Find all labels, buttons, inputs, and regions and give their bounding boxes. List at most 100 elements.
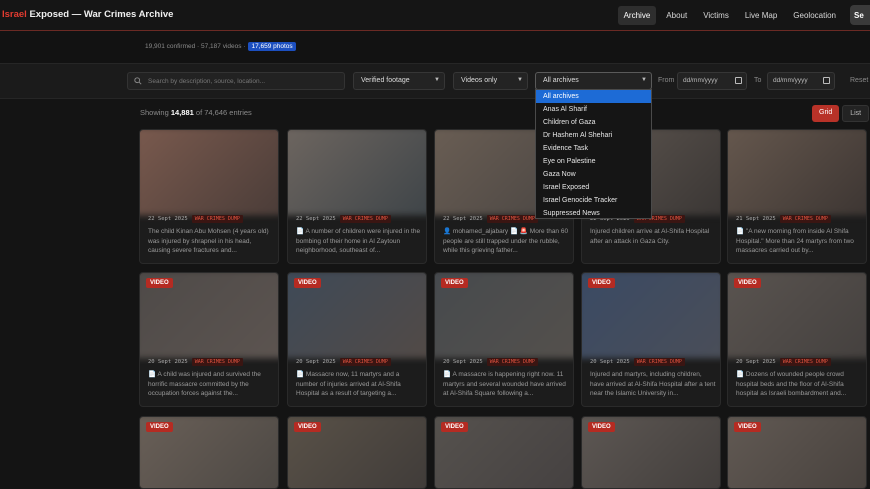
search-input[interactable] bbox=[148, 75, 338, 87]
media-card[interactable]: VIDEO 20 Sept 2025 WAR CRIMES DUMP 📄 A ma… bbox=[434, 272, 574, 407]
media-card[interactable]: VIDEO bbox=[287, 416, 427, 489]
dropdown-option[interactable]: Evidence Task bbox=[536, 142, 651, 155]
dropdown-option[interactable]: Anas Al Sharif bbox=[536, 103, 651, 116]
dropdown-option[interactable]: Israel Exposed bbox=[536, 181, 651, 194]
from-date-value: dd/mm/yyyy bbox=[683, 77, 718, 84]
showing-prefix: Showing bbox=[140, 108, 169, 117]
video-badge: VIDEO bbox=[588, 422, 615, 432]
card-date: 20 Sept 2025 bbox=[590, 359, 630, 365]
card-tag: WAR CRIMES DUMP bbox=[191, 215, 243, 223]
card-description: 👤 mohamed_aljabary 📄 🚨 More than 60 peop… bbox=[443, 228, 569, 254]
dropdown-option[interactable]: Suppressed News bbox=[536, 207, 651, 220]
media-card[interactable]: VIDEO bbox=[139, 416, 279, 489]
calendar-icon[interactable] bbox=[735, 77, 742, 84]
blurred-thumbnail bbox=[288, 130, 426, 216]
stats-text: 19,901 confirmed · 57,187 videos · bbox=[145, 43, 246, 50]
card-tag: WAR CRIMES DUMP bbox=[779, 215, 831, 223]
chevron-down-icon: ▼ bbox=[517, 77, 523, 83]
card-date: 20 Sept 2025 bbox=[736, 359, 776, 365]
video-badge: VIDEO bbox=[294, 422, 321, 432]
media-card[interactable]: 22 Sept 2025 WAR CRIMES DUMP The child Ki… bbox=[139, 129, 279, 264]
media-card[interactable]: 22 Sept 2025 WAR CRIMES DUMP 📄 A number o… bbox=[287, 129, 427, 264]
card-description: Injured children arrive at Al-Shifa Hosp… bbox=[590, 228, 710, 245]
card-description: 📄 Dozens of wounded people crowd hospita… bbox=[736, 371, 847, 397]
card-tag: WAR CRIMES DUMP bbox=[191, 358, 243, 366]
video-badge: VIDEO bbox=[146, 278, 173, 288]
showing-suffix: of 74,646 entries bbox=[195, 108, 252, 117]
dropdown-option[interactable]: Children of Gaza bbox=[536, 116, 651, 129]
media-type-select-value: Videos only bbox=[461, 77, 498, 84]
video-badge: VIDEO bbox=[588, 278, 615, 288]
stats-strip: 19,901 confirmed · 57,187 videos · 17,65… bbox=[0, 31, 870, 63]
showing-count: 14,881 bbox=[170, 108, 194, 117]
main-nav: Archive About Victims Live Map Geolocati… bbox=[614, 5, 870, 25]
blurred-thumbnail bbox=[728, 130, 866, 216]
card-date: 22 Sept 2025 bbox=[296, 216, 336, 222]
nav-live-map[interactable]: Live Map bbox=[739, 6, 783, 25]
list-view-button[interactable]: List bbox=[842, 105, 870, 122]
nav-search-button[interactable]: Se bbox=[850, 5, 870, 25]
chevron-down-icon: ▼ bbox=[641, 77, 647, 83]
video-badge: VIDEO bbox=[734, 278, 761, 288]
brand-title: Exposed — War Crimes Archive bbox=[26, 9, 174, 20]
video-badge: VIDEO bbox=[734, 422, 761, 432]
archive-select-value: All archives bbox=[543, 77, 579, 84]
verified-select[interactable]: Verified footage ▼ bbox=[353, 72, 445, 90]
blurred-thumbnail bbox=[140, 130, 278, 216]
media-type-select[interactable]: Videos only ▼ bbox=[453, 72, 528, 90]
media-card[interactable]: VIDEO bbox=[727, 416, 867, 489]
dropdown-option[interactable]: Dr Hashem Al Shehari bbox=[536, 129, 651, 142]
video-badge: VIDEO bbox=[146, 422, 173, 432]
media-card[interactable]: VIDEO bbox=[581, 416, 721, 489]
card-description: 📄 A child was injured and survived the h… bbox=[148, 371, 261, 397]
search-box[interactable] bbox=[127, 72, 345, 90]
video-badge: VIDEO bbox=[294, 278, 321, 288]
card-description: 📄 A number of children were injured in t… bbox=[296, 228, 421, 254]
video-badge: VIDEO bbox=[441, 422, 468, 432]
to-label: To bbox=[754, 77, 762, 84]
card-tag: WAR CRIMES DUMP bbox=[486, 215, 538, 223]
card-date: 20 Sept 2025 bbox=[148, 359, 188, 365]
card-date: 22 Sept 2025 bbox=[148, 216, 188, 222]
media-card[interactable]: VIDEO 20 Sept 2025 WAR CRIMES DUMP 📄 Mass… bbox=[287, 272, 427, 407]
card-tag: WAR CRIMES DUMP bbox=[779, 358, 831, 366]
nav-geolocation[interactable]: Geolocation bbox=[787, 6, 842, 25]
nav-about[interactable]: About bbox=[660, 6, 693, 25]
archive-select[interactable]: All archives ▼ bbox=[535, 72, 652, 90]
dropdown-option[interactable]: Eye on Palestine bbox=[536, 155, 651, 168]
card-date: 20 Sept 2025 bbox=[443, 359, 483, 365]
media-card[interactable]: 21 Sept 2025 WAR CRIMES DUMP 📄 "A new mor… bbox=[727, 129, 867, 264]
card-description: The child Kinan Abu Mohsen (4 years old)… bbox=[148, 228, 269, 254]
view-toggle: Grid List bbox=[809, 105, 870, 122]
from-label: From bbox=[658, 77, 675, 84]
grid-view-button[interactable]: Grid bbox=[812, 105, 840, 122]
to-date-value: dd/mm/yyyy bbox=[773, 77, 808, 84]
media-card[interactable]: VIDEO 20 Sept 2025 WAR CRIMES DUMP 📄 A ch… bbox=[139, 272, 279, 407]
dropdown-option-all-archives[interactable]: All archives bbox=[536, 90, 651, 103]
card-date: 21 Sept 2025 bbox=[736, 216, 776, 222]
media-card[interactable]: VIDEO 20 Sept 2025 WAR CRIMES DUMP Injure… bbox=[581, 272, 721, 407]
dropdown-option[interactable]: Gaza Now bbox=[536, 168, 651, 181]
reset-button[interactable]: Reset bbox=[850, 77, 868, 84]
nav-archive[interactable]: Archive bbox=[617, 5, 657, 25]
verified-select-value: Verified footage bbox=[361, 77, 410, 84]
photos-count-badge[interactable]: 17,659 photos bbox=[248, 42, 296, 51]
results-count: Showing 14,881 of 74,646 entries bbox=[140, 108, 252, 117]
site-brand[interactable]: Israel Exposed — War Crimes Archive bbox=[2, 9, 173, 20]
archive-dropdown-menu: All archives Anas Al Sharif Children of … bbox=[535, 89, 652, 219]
media-card[interactable]: VIDEO 20 Sept 2025 WAR CRIMES DUMP 📄 Doze… bbox=[727, 272, 867, 407]
from-date-input[interactable]: dd/mm/yyyy bbox=[677, 72, 747, 90]
dropdown-option[interactable]: Israel Genocide Tracker bbox=[536, 194, 651, 207]
top-navbar: Israel Exposed — War Crimes Archive Arch… bbox=[0, 0, 870, 31]
chevron-down-icon: ▼ bbox=[434, 77, 440, 83]
video-badge: VIDEO bbox=[441, 278, 468, 288]
card-tag: WAR CRIMES DUMP bbox=[339, 215, 391, 223]
calendar-icon[interactable] bbox=[823, 77, 830, 84]
to-date-input[interactable]: dd/mm/yyyy bbox=[767, 72, 835, 90]
media-card[interactable]: VIDEO bbox=[434, 416, 574, 489]
card-tag: WAR CRIMES DUMP bbox=[633, 358, 685, 366]
nav-victims[interactable]: Victims bbox=[697, 6, 735, 25]
card-date: 22 Sept 2025 bbox=[443, 216, 483, 222]
filter-bar: Verified footage ▼ Videos only ▼ All archi… bbox=[0, 63, 870, 99]
card-tag: WAR CRIMES DUMP bbox=[339, 358, 391, 366]
